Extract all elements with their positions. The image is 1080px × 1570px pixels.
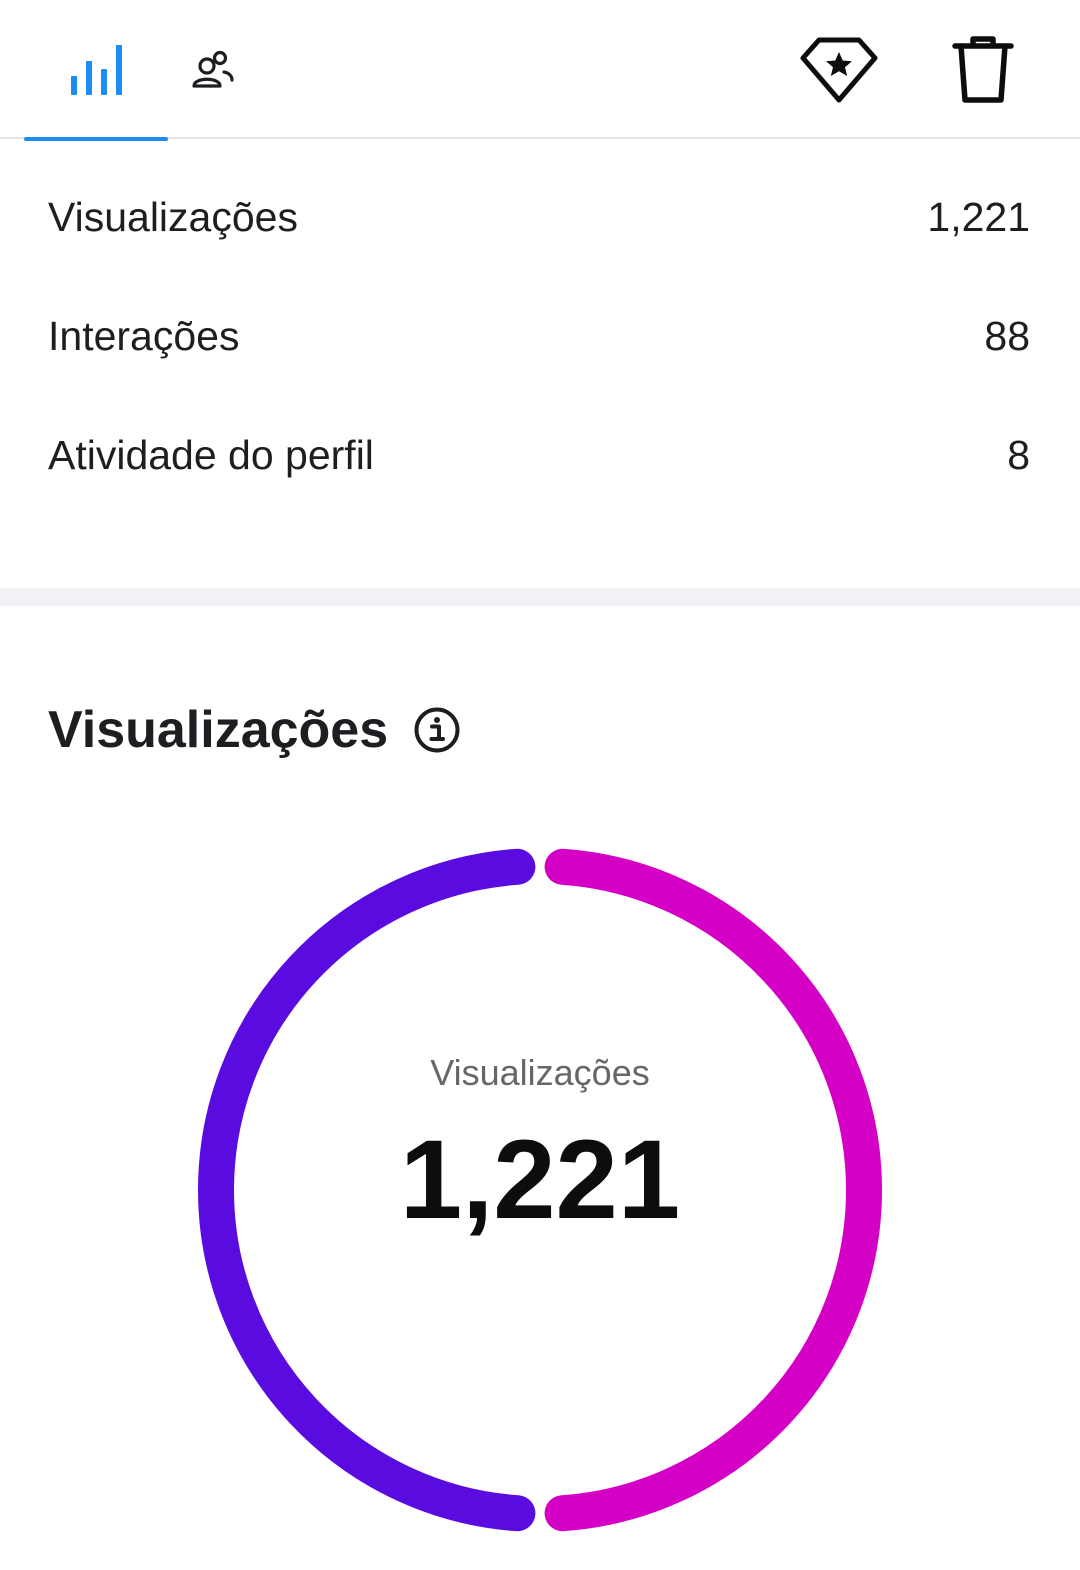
- metric-value: 8: [1007, 432, 1030, 478]
- metrics-list: Visualizações 1,221 Interações 88 Ativid…: [0, 160, 1080, 517]
- boost-diamond-star-icon: [800, 37, 878, 103]
- section-title: Visualizações: [48, 701, 389, 759]
- top-toolbar: [0, 0, 1080, 141]
- metric-row-interactions: Interações 88: [0, 279, 1080, 398]
- donut-center-label: Visualizações: [430, 1052, 650, 1093]
- metric-row-profile-activity: Atividade do perfil 8: [0, 398, 1080, 517]
- metric-value: 88: [984, 313, 1030, 359]
- tab-audience[interactable]: [141, 0, 285, 139]
- metric-label: Atividade do perfil: [48, 432, 374, 478]
- bar-chart-icon: [71, 44, 122, 95]
- metric-label: Visualizações: [48, 194, 298, 240]
- delete-button[interactable]: [941, 28, 1025, 112]
- views-section-header: Visualizações: [48, 700, 462, 760]
- section-divider: [0, 588, 1080, 606]
- metric-value: 1,221: [927, 194, 1030, 240]
- trash-icon: [952, 36, 1014, 103]
- metric-label: Interações: [48, 313, 240, 359]
- donut-center-value: 1,221: [399, 1117, 681, 1242]
- views-donut-chart: Visualizações 1,221: [180, 830, 900, 1550]
- audience-icon: [192, 50, 234, 88]
- boost-button[interactable]: [797, 28, 881, 112]
- info-icon[interactable]: [412, 705, 462, 755]
- metric-row-views: Visualizações 1,221: [0, 160, 1080, 279]
